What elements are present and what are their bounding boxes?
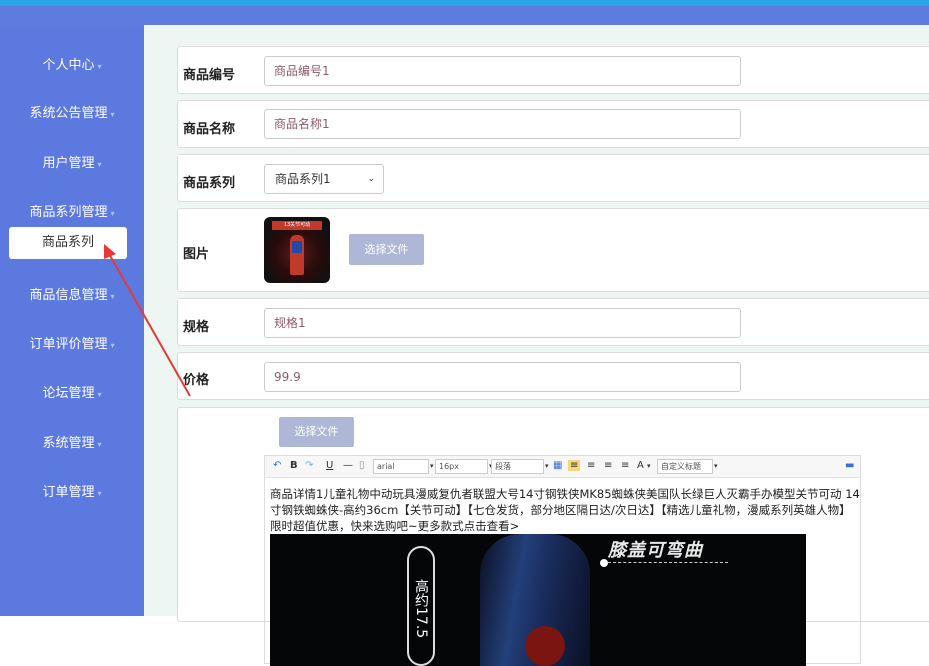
chevron-down-icon: ⌄ [367,174,375,184]
field-label: 商品系列 [183,176,236,191]
form-row-name: 商品名称 商品名称1 [177,100,929,148]
field-label: 规格 [183,320,210,335]
bold-button[interactable]: B [290,460,298,471]
document-icon[interactable]: ▯ [359,460,365,471]
editor-toolbar: ↶ B ↷ U — ▯ arial ▾ 16px ▾ 段落 ▾ ▦ ≡ ≡ ≡ … [265,456,860,478]
chevron-down-icon: ▾ [545,462,549,470]
sidebar-item-users[interactable]: 用户管理 ▾ [0,152,144,171]
chevron-down-icon: ▾ [97,390,102,399]
align-left-icon[interactable]: ≡ [568,460,581,471]
editor-content-text[interactable]: 商品详情1儿童礼物中动玩具漫威复仇者联盟大号14寸钢铁侠MK85蜘蛛侠美国队长绿… [270,486,860,534]
choose-image-button[interactable]: 选择文件 [349,234,424,265]
thumbnail-caption: 13关节可动 [272,221,322,230]
chevron-down-icon: ▾ [97,160,102,169]
form-row-detail: 选择文件 ↶ B ↷ U — ▯ arial ▾ 16px ▾ 段落 ▾ ▦ ≡… [177,407,929,666]
product-code-input[interactable]: 商品编号1 [264,56,741,86]
product-name-input[interactable]: 商品名称1 [264,109,741,139]
align-right-icon[interactable]: ≡ [604,460,612,471]
chevron-down-icon: ▾ [110,110,115,119]
height-label: 高约17.5 [407,546,435,666]
chevron-down-icon: ▾ [430,462,434,470]
redo-icon[interactable]: ↷ [305,460,313,471]
sidebar-item-product-info[interactable]: 商品信息管理 ▾ [0,284,144,303]
table-icon[interactable]: ▦ [553,460,562,471]
field-label: 图片 [183,247,210,262]
promo-headline: 膝盖可弯曲 [608,540,703,561]
custom-title-select[interactable]: 自定义标题 [657,459,713,474]
align-center-icon[interactable]: ≡ [587,460,595,471]
underline-button[interactable]: U [326,460,333,471]
font-family-select[interactable]: arial [373,459,429,474]
chevron-down-icon: ▾ [714,462,718,470]
field-label: 商品编号 [183,68,236,83]
chevron-down-icon: ▾ [97,489,102,498]
form-row-price: 价格 99.9 [177,352,929,400]
choose-detail-file-button[interactable]: 选择文件 [279,417,354,447]
chevron-down-icon: ▾ [647,462,651,470]
sidebar-item-announcements[interactable]: 系统公告管理 ▾ [0,102,144,121]
form-row-image: 图片 13关节可动 选择文件 [177,208,929,292]
sidebar-item-forum[interactable]: 论坛管理 ▾ [0,382,144,401]
form-row-series: 商品系列 商品系列1 ⌄ [177,154,929,202]
paragraph-select[interactable]: 段落 [491,459,544,474]
form-row-code: 商品编号 商品编号1 [177,46,929,94]
form-row-spec: 规格 规格1 [177,298,929,346]
sidebar-item-personal-center[interactable]: 个人中心 ▾ [0,54,144,73]
product-image-thumbnail: 13关节可动 [264,217,330,283]
sidebar-item-orders[interactable]: 订单管理 ▾ [0,481,144,500]
field-label: 价格 [183,373,210,388]
sidebar-item-system[interactable]: 系统管理 ▾ [0,432,144,451]
chevron-down-icon: ▾ [110,292,115,301]
font-size-select[interactable]: 16px [435,459,488,474]
price-input[interactable]: 99.9 [264,362,741,392]
sidebar-item-order-reviews[interactable]: 订单评价管理 ▾ [0,333,144,352]
align-justify-icon[interactable]: ≡ [621,460,629,471]
chevron-down-icon: ▾ [97,62,102,71]
sidebar-item-product-series[interactable]: 商品系列管理 ▾ [0,201,144,220]
undo-icon[interactable]: ↶ [273,460,281,471]
product-series-select[interactable]: 商品系列1 ⌄ [264,164,384,194]
field-label: 商品名称 [183,122,236,137]
sidebar: 个人中心 ▾ 系统公告管理 ▾ 用户管理 ▾ 商品系列管理 ▾ 商品系列 商品信息管理 ▾… [0,25,144,616]
sidebar-subitem-product-series[interactable]: 商品系列 [9,227,127,259]
product-detail-image: 高约17.5 膝盖可弯曲 [270,534,806,666]
rich-text-editor: ↶ B ↷ U — ▯ arial ▾ 16px ▾ 段落 ▾ ▦ ≡ ≡ ≡ … [264,455,861,666]
top-header-bar [0,0,929,25]
horizontal-rule-button[interactable]: — [343,460,353,471]
chevron-down-icon: ▾ [110,209,115,218]
font-color-button[interactable]: A [637,460,644,471]
spec-input[interactable]: 规格1 [264,308,741,338]
chevron-down-icon: ▾ [97,440,102,449]
chevron-down-icon: ▾ [110,341,115,350]
fullscreen-icon[interactable]: ▬ [845,460,854,471]
